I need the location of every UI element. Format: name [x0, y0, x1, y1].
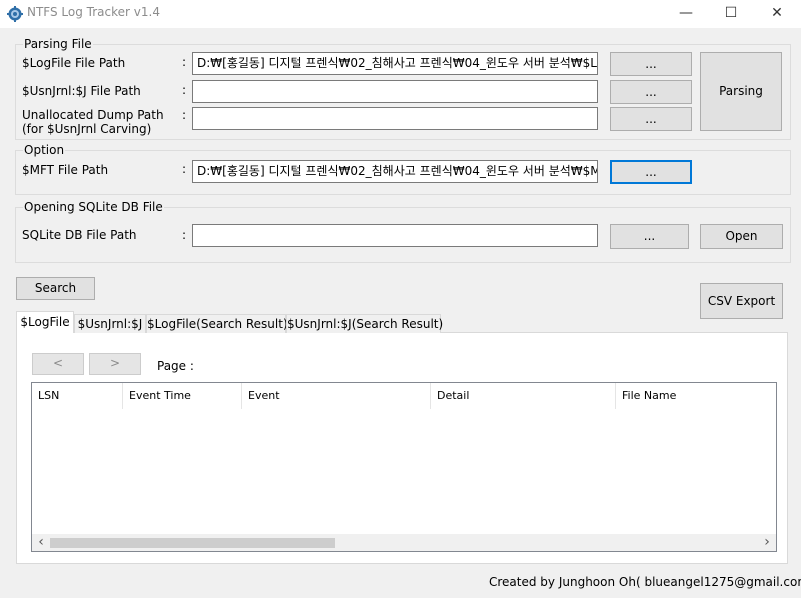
footer-credit: Created by Junghoon Oh( blueangel1275@gm… [489, 575, 801, 589]
tab-usnjrnl[interactable]: $UsnJrnl:$J [74, 314, 146, 333]
tab-logfile-search-result[interactable]: $LogFile(Search Result) [146, 314, 288, 333]
open-button[interactable]: Open [700, 224, 783, 249]
parsing-file-title: Parsing File [23, 37, 93, 51]
sqlite-path-field[interactable] [192, 224, 598, 247]
page-label: Page : [157, 359, 194, 373]
column-header-file-name[interactable]: File Name [616, 383, 776, 409]
title-bar: NTFS Log Tracker v1.4 — ☐ ✕ [0, 0, 801, 28]
logfile-path-field[interactable]: D:₩[홍길동] 디지털 프렌식₩02_침해사고 프렌식₩04_윈도우 서버 분… [192, 52, 598, 75]
search-button[interactable]: Search [16, 277, 95, 300]
usnjrnl-path-field[interactable] [192, 80, 598, 103]
sqlite-path-label: SQLite DB File Path [22, 228, 137, 242]
column-header-lsn[interactable]: LSN [32, 383, 123, 409]
parsing-button[interactable]: Parsing [700, 52, 782, 131]
log-table[interactable]: LSN Event Time Event Detail File Name ‹ … [31, 382, 777, 552]
column-header-event[interactable]: Event [242, 383, 431, 409]
colon: : [182, 83, 187, 97]
mft-path-label: $MFT File Path [22, 163, 109, 177]
minimize-button[interactable]: — [663, 0, 709, 28]
scroll-right-arrow[interactable]: › [761, 534, 773, 551]
unalloc-browse-button[interactable]: ... [610, 107, 692, 131]
colon: : [182, 108, 187, 122]
tab-logfile[interactable]: $LogFile [16, 311, 74, 333]
scroll-left-arrow[interactable]: ‹ [35, 534, 47, 551]
window-title: NTFS Log Tracker v1.4 [27, 5, 160, 19]
unalloc-path-sublabel: (for $UsnJrnl Carving) [22, 122, 152, 136]
mft-browse-button[interactable]: ... [610, 160, 692, 184]
previous-page-button[interactable]: < [32, 353, 84, 375]
option-title: Option [23, 143, 66, 157]
usnjrnl-path-label: $UsnJrnl:$J File Path [22, 84, 141, 98]
mft-path-field[interactable]: D:₩[홍길동] 디지털 프렌식₩02_침해사고 프렌식₩04_윈도우 서버 분… [192, 160, 598, 183]
unalloc-path-label: Unallocated Dump Path [22, 108, 164, 122]
colon: : [182, 162, 187, 176]
tab-usnjrnl-search-result[interactable]: $UsnJrnl:$J(Search Result) [286, 314, 443, 333]
column-header-event-time[interactable]: Event Time [123, 383, 242, 409]
unalloc-path-field[interactable] [192, 107, 598, 130]
logfile-path-label: $LogFile File Path [22, 56, 126, 70]
close-button[interactable]: ✕ [754, 0, 800, 28]
colon: : [182, 55, 187, 69]
sqlite-browse-button[interactable]: ... [610, 224, 689, 249]
maximize-button[interactable]: ☐ [708, 0, 754, 28]
next-page-button[interactable]: > [89, 353, 141, 375]
horizontal-scrollbar[interactable]: ‹ › [32, 534, 776, 551]
sqlite-title: Opening SQLite DB File [23, 200, 164, 214]
colon: : [182, 228, 187, 242]
logfile-browse-button[interactable]: ... [610, 52, 692, 76]
gear-icon [7, 6, 23, 22]
column-header-detail[interactable]: Detail [431, 383, 616, 409]
csv-export-button[interactable]: CSV Export [700, 283, 783, 319]
usnjrnl-browse-button[interactable]: ... [610, 80, 692, 104]
scroll-thumb[interactable] [50, 538, 335, 548]
